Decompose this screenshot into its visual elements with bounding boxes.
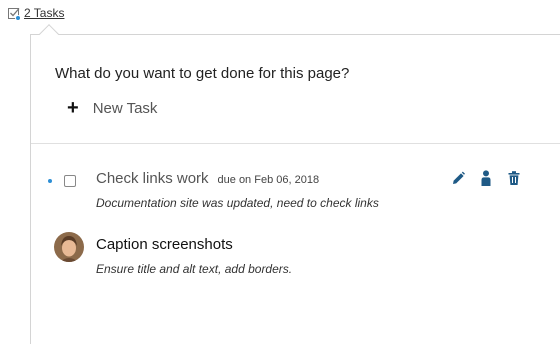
task-description: Documentation site was updated, need to …: [96, 196, 379, 210]
divider: [31, 143, 560, 144]
task-title: Check links work: [96, 170, 209, 187]
task-title-wrap: Check links work due on Feb 06, 2018: [96, 170, 319, 187]
new-task-button[interactable]: + New Task: [67, 97, 158, 119]
unread-dot: [48, 179, 52, 183]
trash-icon[interactable]: [507, 170, 521, 186]
task-due-date: due on Feb 06, 2018: [217, 174, 320, 186]
tasks-popover: What do you want to get done for this pa…: [30, 34, 560, 344]
task-title: Caption screenshots: [96, 236, 233, 253]
assignee-avatar: [54, 232, 84, 262]
checklist-icon: [8, 7, 21, 21]
person-icon[interactable]: [479, 170, 493, 186]
notification-dot: [15, 14, 21, 21]
tasks-toggle[interactable]: 2 Tasks: [8, 6, 64, 21]
plus-icon: +: [67, 97, 79, 119]
panel-prompt: What do you want to get done for this pa…: [55, 65, 350, 82]
task-description: Ensure title and alt text, add borders.: [96, 262, 293, 276]
pencil-icon[interactable]: [451, 170, 465, 186]
task-actions: [451, 170, 521, 186]
tasks-toggle-label[interactable]: 2 Tasks: [24, 6, 64, 20]
new-task-label: New Task: [92, 99, 158, 117]
task-checkbox[interactable]: [64, 175, 76, 187]
